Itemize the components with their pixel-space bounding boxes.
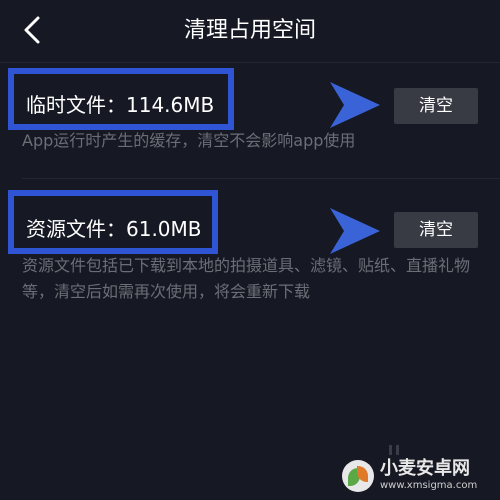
- header: 清理占用空间: [0, 0, 500, 62]
- arrow-right-icon: [330, 208, 380, 254]
- page-title: 清理占用空间: [183, 18, 316, 43]
- site-logo-icon: [342, 460, 374, 492]
- clear-storage-page: 清理占用空间 临时文件：114.6MB App运行时产生的缓存，清空不会影响ap…: [0, 0, 500, 500]
- item-divider: [22, 178, 500, 179]
- clear-temp-files-button[interactable]: 清空: [394, 88, 478, 124]
- site-watermark: 小麦安卓网 www.xmsigma.com: [342, 458, 492, 494]
- watermark-name: 小麦安卓网: [380, 458, 470, 479]
- temp-files-highlight-box: [8, 68, 234, 130]
- temp-files-description: App运行时产生的缓存，清空不会影响app使用: [22, 131, 356, 150]
- header-divider: [0, 62, 500, 63]
- arrow-right-icon: [330, 82, 380, 128]
- watermark-url: www.xmsigma.com: [380, 480, 478, 491]
- clear-resource-files-button[interactable]: 清空: [394, 212, 478, 248]
- resource-files-description: 资源文件包括已下载到本地的拍摄道具、滤镜、贴纸、直播礼物等，清空后如需再次使用，…: [22, 256, 471, 301]
- resource-files-highlight-box: [8, 190, 218, 254]
